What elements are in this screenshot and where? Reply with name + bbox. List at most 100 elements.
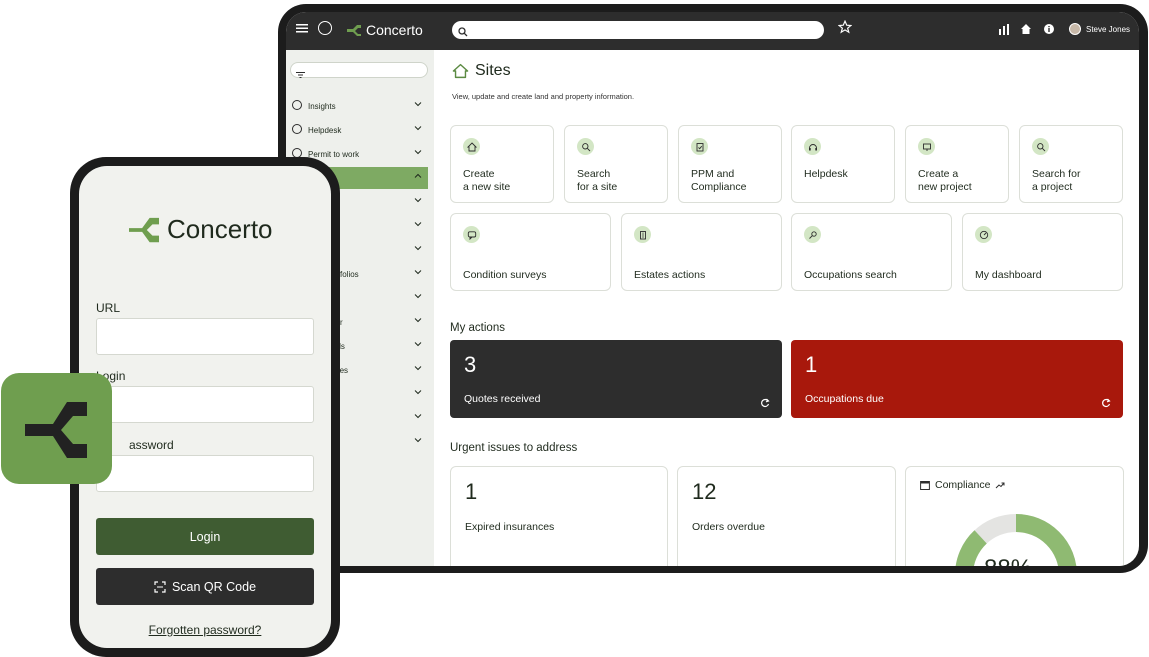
chevron-down-icon[interactable] xyxy=(414,316,422,326)
urgent-count: 1 xyxy=(465,479,478,504)
url-label: URL xyxy=(96,301,121,315)
compliance-card[interactable]: Compliance 88% xyxy=(905,466,1124,566)
clipboard-icon xyxy=(691,138,708,155)
password-input[interactable] xyxy=(97,456,313,491)
chevron-down-icon[interactable] xyxy=(414,196,422,206)
sidebar-item-label: Helpdesk xyxy=(308,126,342,135)
search-project-icon xyxy=(1032,138,1049,155)
home-outline-icon xyxy=(452,63,469,79)
login-input[interactable] xyxy=(97,387,313,422)
concerto-logo-icon xyxy=(25,402,87,458)
urgent-count: 12 xyxy=(692,479,717,504)
quick-action-card[interactable]: Estates actions xyxy=(621,213,782,291)
concerto-logo-icon xyxy=(347,25,361,36)
accessibility-icon[interactable] xyxy=(318,21,332,35)
quick-action-card[interactable]: Condition surveys xyxy=(450,213,611,291)
avatar xyxy=(1069,23,1081,35)
brand-logo[interactable]: Concerto xyxy=(346,22,423,38)
user-name: Steve Jones xyxy=(1086,24,1131,34)
action-count: 1 xyxy=(805,352,818,377)
login-field[interactable] xyxy=(96,386,314,423)
user-menu[interactable]: Steve Jones xyxy=(1069,23,1130,35)
helpdesk-icon xyxy=(804,138,821,155)
building-icon xyxy=(634,226,651,243)
chevron-down-icon[interactable] xyxy=(414,220,422,230)
global-search-input[interactable] xyxy=(472,22,812,40)
refresh-icon[interactable] xyxy=(760,395,770,413)
action-card-occupations[interactable]: 1 Occupations due xyxy=(791,340,1123,418)
quick-action-card[interactable]: PPM and Compliance xyxy=(678,125,782,203)
password-field[interactable] xyxy=(96,455,314,492)
project-icon xyxy=(918,138,935,155)
chevron-down-icon[interactable] xyxy=(414,364,422,374)
refresh-icon[interactable] xyxy=(1101,395,1111,413)
key-icon xyxy=(804,226,821,243)
chevron-down-icon[interactable] xyxy=(414,388,422,398)
chevron-down-icon[interactable] xyxy=(414,244,422,254)
quick-action-card[interactable]: Search for a project xyxy=(1019,125,1123,203)
favourite-star-icon[interactable] xyxy=(837,19,853,39)
app-icon xyxy=(1,373,112,484)
action-label: Occupations due xyxy=(805,393,884,405)
quick-action-label: Condition surveys xyxy=(463,269,547,281)
page-title: Sites xyxy=(452,62,511,80)
concerto-logo-icon xyxy=(129,217,159,242)
analytics-icon[interactable] xyxy=(998,22,1010,40)
brand-name: Concerto xyxy=(366,22,423,38)
phone-brand-name: Concerto xyxy=(167,214,273,244)
quick-action-card[interactable]: Create a new site xyxy=(450,125,554,203)
urgent-card-insurances[interactable]: 1 Expired insurances xyxy=(450,466,668,566)
home-icon[interactable] xyxy=(1020,22,1032,40)
sidebar-item[interactable]: Helpdesk xyxy=(286,119,434,141)
qr-scan-icon xyxy=(154,580,166,593)
quick-action-card[interactable]: Helpdesk xyxy=(791,125,895,203)
search-icon xyxy=(458,24,468,42)
chevron-down-icon[interactable] xyxy=(414,436,422,446)
info-icon[interactable] xyxy=(1043,22,1055,40)
chevron-down-icon[interactable] xyxy=(414,292,422,302)
urgent-label: Orders overdue xyxy=(692,521,765,533)
tablet-device: Concerto Steve Jones Insights Helpdesk P… xyxy=(278,4,1148,573)
quick-action-label: Estates actions xyxy=(634,269,706,281)
sidebar-filter[interactable] xyxy=(290,62,428,78)
top-bar: Concerto Steve Jones xyxy=(286,12,1139,50)
quick-action-label: Search for a site xyxy=(577,168,618,193)
login-button[interactable]: Login xyxy=(96,518,314,555)
quick-action-label: Search for a project xyxy=(1032,168,1081,193)
quick-action-label: Helpdesk xyxy=(804,168,848,180)
forgot-password-link[interactable]: Forgotten password? xyxy=(79,623,331,637)
action-label: Quotes received xyxy=(464,393,541,405)
action-card-quotes[interactable]: 3 Quotes received xyxy=(450,340,782,418)
quick-action-card[interactable]: Occupations search xyxy=(791,213,952,291)
url-input[interactable] xyxy=(97,319,313,354)
chevron-down-icon[interactable] xyxy=(414,268,422,278)
urgent-card-orders[interactable]: 12 Orders overdue xyxy=(677,466,896,566)
urgent-title: Urgent issues to address xyxy=(450,442,578,454)
quick-action-label: Create a new project xyxy=(918,168,972,193)
quick-action-card[interactable]: Create a new project xyxy=(905,125,1009,203)
chevron-down-icon[interactable] xyxy=(414,340,422,350)
quick-action-card[interactable]: Search for a site xyxy=(564,125,668,203)
scan-qr-button[interactable]: Scan QR Code xyxy=(96,568,314,605)
my-actions-title: My actions xyxy=(450,322,505,334)
global-search[interactable] xyxy=(452,21,824,42)
password-label: assword xyxy=(129,438,174,452)
compliance-value: 88% xyxy=(984,555,1032,566)
calendar-icon xyxy=(920,481,930,490)
phone-screen: Concerto URL Login assword Login Scan QR… xyxy=(79,166,331,648)
home-icon xyxy=(463,138,480,155)
quick-action-card[interactable]: My dashboard xyxy=(962,213,1123,291)
chevron-down-icon[interactable] xyxy=(414,148,422,158)
sidebar-item[interactable]: Insights xyxy=(286,95,434,117)
chat-icon xyxy=(463,226,480,243)
chevron-down-icon[interactable] xyxy=(414,412,422,422)
page-title-text: Sites xyxy=(475,62,511,79)
quick-action-label: PPM and Compliance xyxy=(691,168,747,193)
chevron-up-icon[interactable] xyxy=(414,172,422,182)
chevron-down-icon[interactable] xyxy=(414,124,422,134)
menu-icon[interactable] xyxy=(296,21,308,39)
phone-brand-logo: Concerto xyxy=(129,214,273,245)
sidebar-item-label: Insights xyxy=(308,102,336,111)
url-field[interactable] xyxy=(96,318,314,355)
chevron-down-icon[interactable] xyxy=(414,100,422,110)
